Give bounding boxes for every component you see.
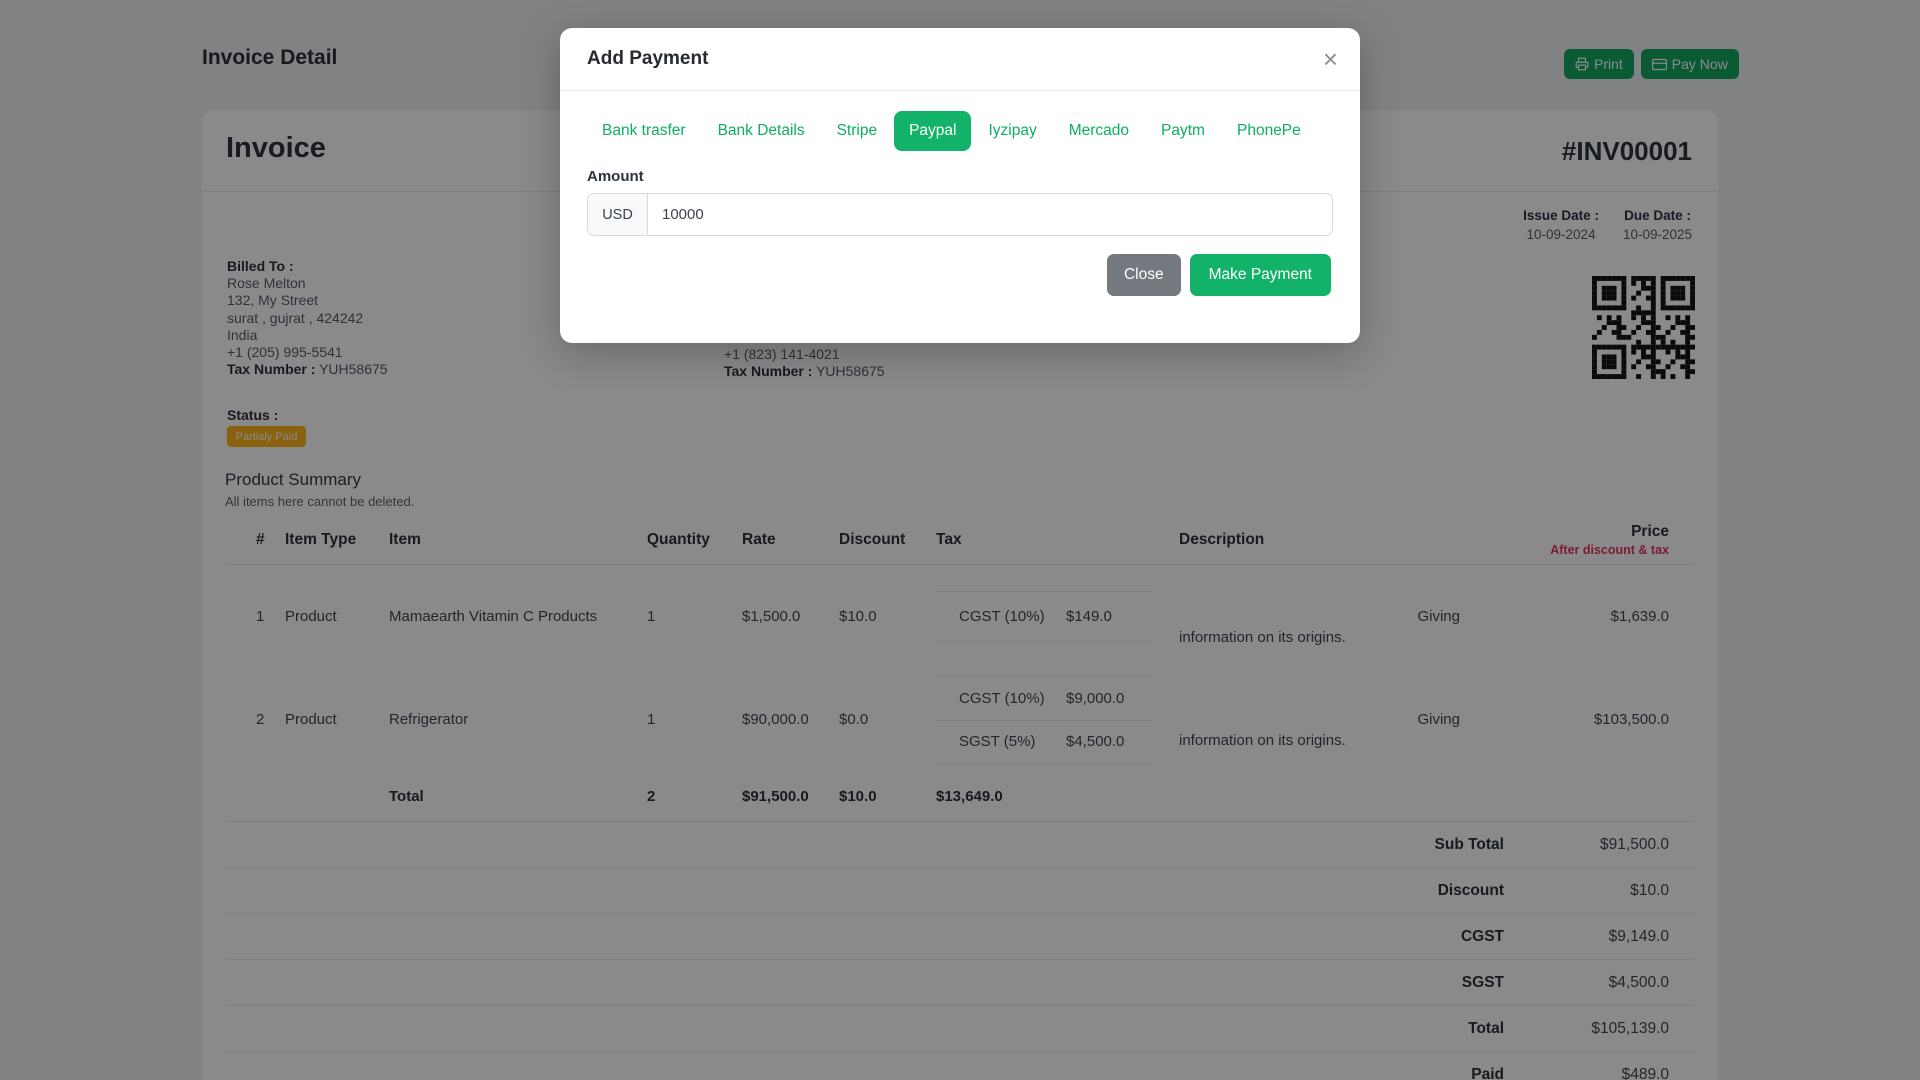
- amount-input[interactable]: [648, 194, 1332, 235]
- tab-stripe[interactable]: Stripe: [822, 111, 893, 151]
- tab-phonepe[interactable]: PhonePe: [1222, 111, 1316, 151]
- amount-label: Amount: [587, 168, 644, 185]
- tab-mercado[interactable]: Mercado: [1054, 111, 1144, 151]
- tab-paytm[interactable]: Paytm: [1146, 111, 1220, 151]
- make-payment-button[interactable]: Make Payment: [1189, 254, 1331, 296]
- tab-iyzipay[interactable]: Iyzipay: [973, 111, 1051, 151]
- modal-header: Add Payment ×: [560, 28, 1360, 91]
- close-icon[interactable]: ×: [1323, 46, 1338, 72]
- add-payment-modal: Add Payment × Bank trasfer Bank Details …: [560, 28, 1360, 343]
- tab-paypal[interactable]: Paypal: [894, 111, 972, 151]
- close-button[interactable]: Close: [1106, 254, 1181, 296]
- amount-input-group: USD: [587, 193, 1333, 236]
- modal-footer: Close Make Payment: [560, 236, 1360, 296]
- modal-title: Add Payment: [587, 48, 709, 69]
- tab-bank-details[interactable]: Bank Details: [703, 111, 820, 151]
- tab-bank-transfer[interactable]: Bank trasfer: [587, 111, 701, 151]
- currency-prefix: USD: [588, 194, 648, 235]
- payment-method-tabs: Bank trasfer Bank Details Stripe Paypal …: [560, 91, 1360, 151]
